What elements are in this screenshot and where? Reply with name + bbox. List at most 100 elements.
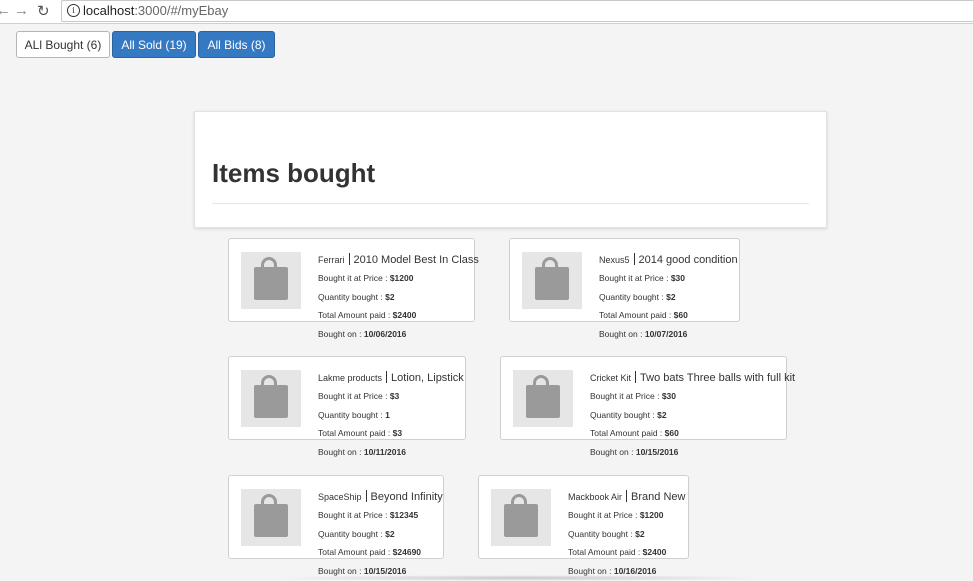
item-image [241, 252, 301, 309]
price-label: Bought it at Price : [599, 273, 671, 283]
item-card[interactable]: SpaceShip Beyond Infinity Bought it at Pr… [228, 475, 444, 576]
item-card[interactable]: Cricket Kit Two bats Three balls with ful… [500, 356, 795, 457]
item-date: Bought on : 10/07/2016 [599, 325, 738, 344]
item-quantity: Quantity bought : $2 [599, 288, 738, 307]
price-value: $12345 [389, 510, 419, 520]
price-value: $30 [661, 391, 677, 401]
item-description: 2014 good condition [638, 254, 738, 266]
item-description: Lotion, Lipstick [391, 372, 464, 384]
shopping-bag-icon [254, 504, 288, 537]
item-name: Cricket Kit [590, 373, 632, 383]
total-value: $24690 [392, 547, 422, 557]
date-label: Bought on : [599, 328, 645, 339]
page-title: Items bought [212, 158, 376, 188]
info-icon[interactable]: i [67, 4, 80, 17]
item-price: Bought it at Price : $30 [599, 269, 738, 288]
date-label: Bought on : [568, 565, 614, 576]
date-value: 10/15/2016 [363, 565, 407, 576]
total-label: Total Amount paid : [318, 310, 393, 320]
price-label: Bought it at Price : [318, 510, 390, 520]
item-description: Two bats Three balls with full kit [640, 372, 796, 384]
item-quantity: Quantity bought : $2 [590, 406, 795, 425]
item-card[interactable]: Lakme products Lotion, Lipstick Bought it… [228, 356, 466, 457]
item-details: Nexus5 2014 good condition Bought it at P… [599, 251, 738, 343]
item-description: Brand New [631, 491, 686, 503]
quantity-label: Quantity bought : [318, 528, 386, 539]
total-label: Total Amount paid : [318, 547, 393, 557]
separator [626, 490, 628, 502]
item-total: Total Amount paid : $3 [318, 424, 464, 443]
item-title: SpaceShip Beyond Infinity [318, 488, 443, 506]
quantity-label: Quantity bought : [599, 291, 667, 302]
price-value: $30 [670, 273, 686, 283]
all-bids-button[interactable]: All Bids (8) [198, 31, 275, 58]
item-total: Total Amount paid : $24690 [318, 543, 443, 562]
shopping-bag-icon [526, 385, 560, 418]
price-value: $1200 [639, 510, 664, 520]
quantity-value: 1 [385, 409, 390, 420]
address-bar[interactable]: i localhost:3000/#/myEbay [61, 0, 973, 22]
price-label: Bought it at Price : [568, 510, 640, 520]
item-name: Nexus5 [599, 255, 630, 265]
separator [365, 490, 367, 502]
total-label: Total Amount paid : [590, 428, 665, 438]
quantity-label: Quantity bought : [318, 409, 386, 420]
url-host: localhost [83, 3, 135, 18]
all-sold-button[interactable]: All Sold (19) [112, 31, 196, 58]
item-image [522, 252, 582, 309]
total-value: $60 [673, 310, 688, 320]
quantity-value: $2 [385, 291, 395, 302]
shopping-bag-icon [504, 504, 538, 537]
date-value: 10/15/2016 [635, 446, 679, 457]
item-details: SpaceShip Beyond Infinity Bought it at Pr… [318, 488, 443, 580]
date-label: Bought on : [590, 446, 636, 457]
item-total: Total Amount paid : $2400 [318, 306, 479, 325]
item-date: Bought on : 10/06/2016 [318, 325, 479, 344]
back-icon[interactable]: ← [0, 2, 11, 19]
total-label: Total Amount paid : [568, 547, 643, 557]
price-label: Bought it at Price : [318, 273, 390, 283]
item-description: Beyond Infinity [370, 491, 443, 503]
date-label: Bought on : [318, 446, 364, 457]
forward-icon[interactable]: → [14, 2, 29, 19]
item-name: Lakme products [318, 373, 383, 383]
price-value: $3 [389, 391, 400, 401]
item-name: Mackbook Air [568, 492, 623, 502]
item-title: Ferrari 2010 Model Best In Class [318, 251, 479, 269]
url-path: :3000/#/myEbay [134, 3, 229, 18]
quantity-value: $2 [635, 528, 645, 539]
item-details: Cricket Kit Two bats Three balls with ful… [590, 369, 795, 461]
item-name: SpaceShip [318, 492, 362, 502]
item-image [513, 370, 573, 427]
item-card[interactable]: Nexus5 2014 good condition Bought it at P… [509, 238, 740, 339]
all-bought-button[interactable]: ALl Bought (6) [16, 31, 110, 58]
date-value: 10/07/2016 [644, 328, 688, 339]
quantity-label: Quantity bought : [318, 291, 386, 302]
item-details: Ferrari 2010 Model Best In Class Bought i… [318, 251, 479, 343]
item-card[interactable]: Mackbook Air Brand New Bought it at Price… [478, 475, 689, 576]
item-details: Lakme products Lotion, Lipstick Bought it… [318, 369, 464, 461]
total-label: Total Amount paid : [318, 428, 393, 438]
date-value: 10/11/2016 [363, 446, 406, 457]
quantity-value: $2 [666, 291, 676, 302]
separator [348, 253, 350, 265]
item-card[interactable]: Ferrari 2010 Model Best In Class Bought i… [228, 238, 479, 339]
item-title: Mackbook Air Brand New [568, 488, 685, 506]
separator [386, 371, 388, 383]
reload-icon[interactable]: ↻ [37, 2, 50, 20]
total-value: $2400 [392, 310, 417, 320]
item-image [241, 489, 301, 546]
quantity-value: $2 [385, 528, 395, 539]
total-value: $3 [392, 428, 403, 438]
item-quantity: Quantity bought : $2 [318, 288, 479, 307]
item-total: Total Amount paid : $60 [599, 306, 738, 325]
items-bought-panel: Items bought [194, 111, 827, 228]
item-quantity: Quantity bought : $2 [568, 525, 685, 544]
item-price: Bought it at Price : $1200 [568, 506, 685, 525]
total-value: $2400 [642, 547, 667, 557]
separator [635, 371, 637, 383]
item-image [241, 370, 301, 427]
browser-toolbar: ← → ↻ i localhost:3000/#/myEbay [0, 0, 973, 24]
item-price: Bought it at Price : $3 [318, 387, 464, 406]
separator [633, 253, 635, 265]
